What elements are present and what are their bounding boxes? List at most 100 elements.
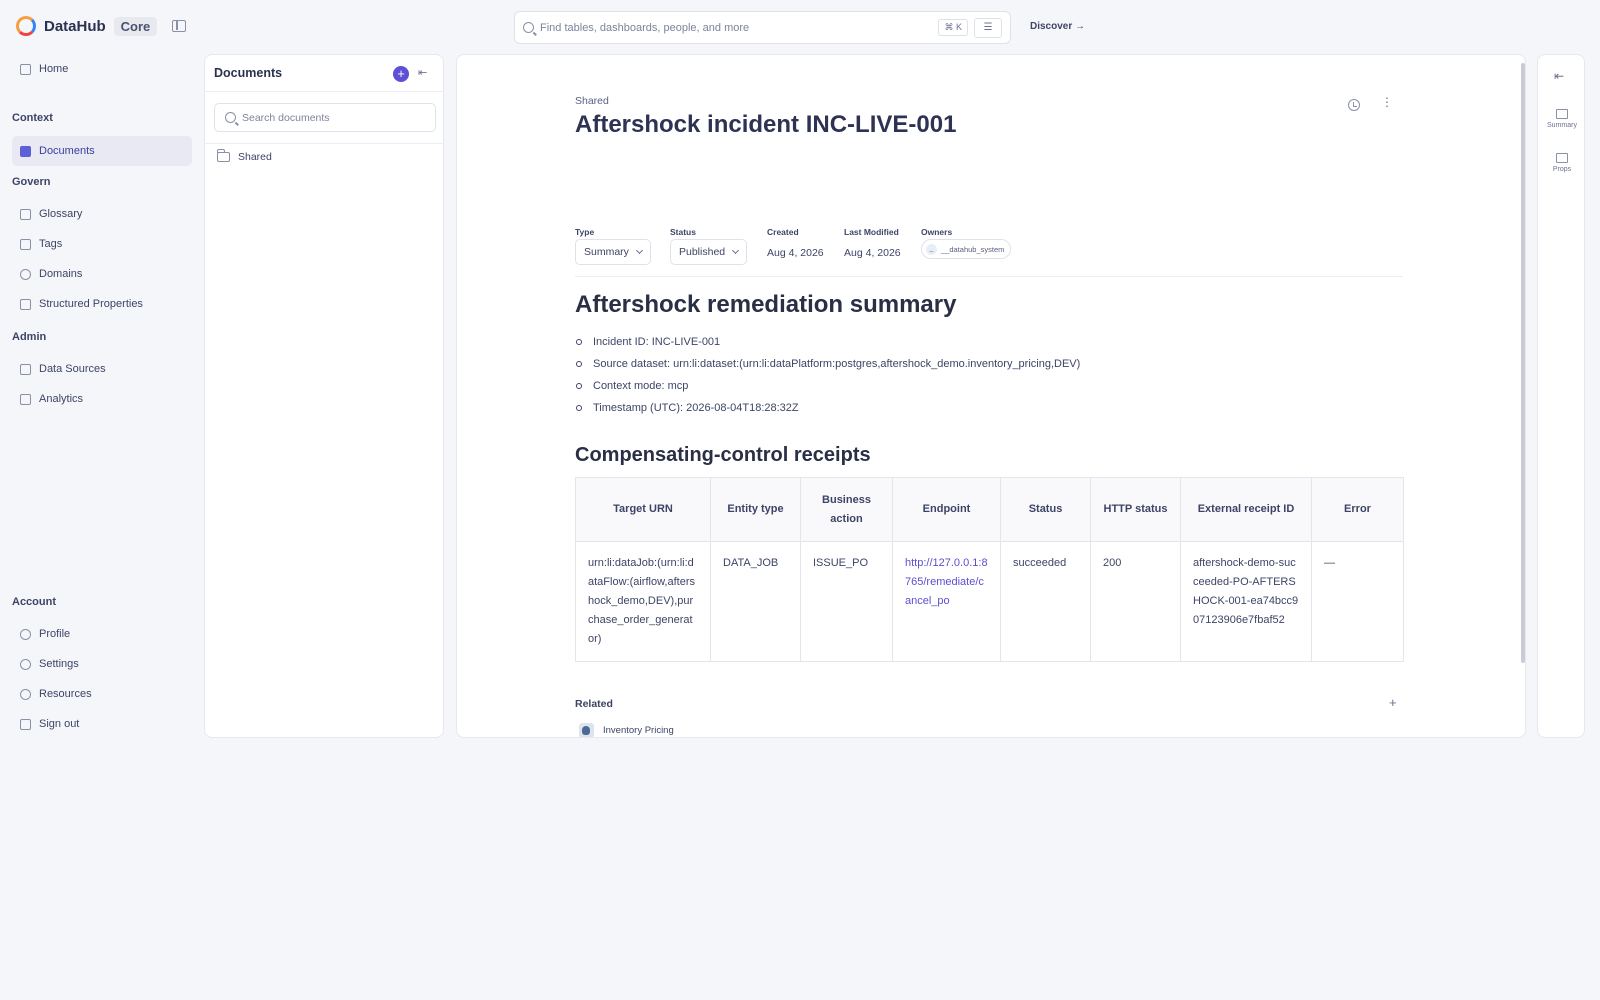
column-header: HTTP status <box>1090 477 1181 542</box>
folder-item-shared[interactable]: Shared <box>217 149 272 163</box>
endpoint-link[interactable]: http://127.0.0.1:8765/remediate/cancel_p… <box>892 541 1001 662</box>
list-item: Timestamp (UTC): 2026-08-04T18:28:32Z <box>575 400 1403 422</box>
list-icon <box>1556 153 1568 163</box>
list-icon <box>20 298 31 310</box>
folder-label: Shared <box>238 151 272 163</box>
help-icon <box>20 688 31 700</box>
summary-tab[interactable]: Summary <box>1538 109 1586 129</box>
table-header-row: Target URN Entity type Business action E… <box>575 477 1404 542</box>
documents-search[interactable] <box>214 103 436 132</box>
type-label: Type <box>575 227 595 237</box>
column-header: External receipt ID <box>1180 477 1312 542</box>
type-select[interactable]: Summary <box>575 239 651 265</box>
props-tab[interactable]: Props <box>1538 153 1586 173</box>
scrollbar[interactable] <box>1521 63 1525 663</box>
document-metadata: Type Summary Status Published Created Au… <box>575 227 1403 287</box>
nav-item-home[interactable]: Home <box>12 54 192 84</box>
nav-item-settings[interactable]: Settings <box>12 649 192 679</box>
tag-icon <box>20 238 31 250</box>
nav-item-domains[interactable]: Domains <box>12 259 192 289</box>
postgres-icon <box>579 723 594 737</box>
status-select[interactable]: Published <box>670 239 748 265</box>
collapse-rail-icon[interactable]: ⇤ <box>1554 69 1564 83</box>
nav-item-glossary[interactable]: Glossary <box>12 199 192 229</box>
history-icon[interactable] <box>1348 99 1360 111</box>
nav-item-structured-properties[interactable]: Structured Properties <box>12 289 192 319</box>
list-item: Incident ID: INC-LIVE-001 <box>575 334 1403 356</box>
left-nav: Home Context Documents Govern Glossary T… <box>0 54 200 754</box>
brand[interactable]: DataHub Core <box>16 16 158 36</box>
avatar: _ <box>926 243 937 255</box>
right-rail: ⇤ Summary Props <box>1537 54 1585 738</box>
column-header: Target URN <box>575 477 711 542</box>
related-label: Related <box>575 698 613 710</box>
sign-out-icon <box>20 718 31 730</box>
last-modified-label: Last Modified <box>844 227 899 237</box>
nav-item-resources[interactable]: Resources <box>12 679 192 709</box>
target-urn-cell: urn:li:dataJob:(urn:li:dataFlow:(airflow… <box>575 541 711 662</box>
http-status-cell: 200 <box>1090 541 1181 662</box>
search-filter-button[interactable]: ☰ <box>974 17 1002 38</box>
heading-remediation-summary: Aftershock remediation summary <box>575 291 957 318</box>
nav-section-govern: Govern <box>12 176 51 188</box>
gear-icon <box>20 658 31 670</box>
top-bar: DataHub Core ⌘ K ☰ Discover → <box>0 0 1600 54</box>
last-modified-date: Aug 4, 2026 <box>844 247 901 259</box>
edition-badge: Core <box>113 16 158 36</box>
more-options-icon[interactable]: ⋮ <box>1381 96 1393 108</box>
nav-item-analytics[interactable]: Analytics <box>12 384 192 414</box>
created-date: Aug 4, 2026 <box>767 247 824 259</box>
collapse-panel-icon[interactable]: ⇤ <box>418 66 427 79</box>
business-action-cell: ISSUE_PO <box>800 541 893 662</box>
owner-name: __datahub_system <box>941 244 1005 254</box>
global-search[interactable]: ⌘ K ☰ <box>514 11 1011 44</box>
book-open-icon <box>1556 109 1568 119</box>
nav-item-tags[interactable]: Tags <box>12 229 192 259</box>
nav-item-documents[interactable]: Documents <box>12 136 192 166</box>
globe-icon <box>20 268 31 280</box>
documents-panel: Documents + ⇤ Shared <box>204 54 444 738</box>
add-document-button[interactable]: + <box>393 66 409 82</box>
grid-icon <box>20 63 31 75</box>
search-icon <box>523 22 534 33</box>
related-item-inventory-pricing[interactable]: Inventory Pricing <box>579 723 674 737</box>
heading-receipts: Compensating-control receipts <box>575 444 871 466</box>
sidebar-toggle-icon[interactable] <box>172 20 186 32</box>
column-header: Entity type <box>710 477 801 542</box>
divider <box>205 91 443 92</box>
summary-list: Incident ID: INC-LIVE-001 Source dataset… <box>575 334 1403 422</box>
chevron-down-icon <box>635 246 643 255</box>
brand-name: DataHub <box>44 17 106 35</box>
receipt-id-cell: aftershock-demo-succeeded-PO-AFTERSHOCK-… <box>1180 541 1312 662</box>
datahub-logo-icon <box>16 16 36 36</box>
folder-icon <box>217 149 230 162</box>
nav-item-sign-out[interactable]: Sign out <box>12 709 192 739</box>
owners-label: Owners <box>921 227 953 237</box>
search-icon <box>225 112 236 123</box>
divider <box>205 143 443 144</box>
owner-pill[interactable]: _ __datahub_system <box>921 239 1012 259</box>
error-cell: — <box>1311 541 1404 662</box>
plug-icon <box>20 363 31 375</box>
page-title[interactable]: Aftershock incident INC-LIVE-001 <box>575 111 956 139</box>
nav-section-context: Context <box>12 112 53 124</box>
book-icon <box>20 208 31 220</box>
global-search-input[interactable] <box>540 21 939 34</box>
trend-icon <box>20 393 31 405</box>
documents-panel-title: Documents <box>214 66 283 80</box>
discover-link[interactable]: Discover → <box>1030 21 1085 32</box>
status-cell: succeeded <box>1000 541 1091 662</box>
column-header: Status <box>1000 477 1091 542</box>
user-icon <box>20 628 31 640</box>
add-related-button[interactable]: + <box>1389 695 1397 710</box>
status-label: Status <box>670 227 696 237</box>
nav-item-data-sources[interactable]: Data Sources <box>12 354 192 384</box>
documents-search-input[interactable] <box>242 111 425 124</box>
search-shortcut: ⌘ K <box>938 19 968 36</box>
chevron-down-icon <box>732 246 740 255</box>
column-header: Error <box>1311 477 1404 542</box>
column-header: Business action <box>800 477 893 542</box>
breadcrumb[interactable]: Shared <box>575 95 609 107</box>
divider <box>575 276 1403 277</box>
nav-item-profile[interactable]: Profile <box>12 619 192 649</box>
